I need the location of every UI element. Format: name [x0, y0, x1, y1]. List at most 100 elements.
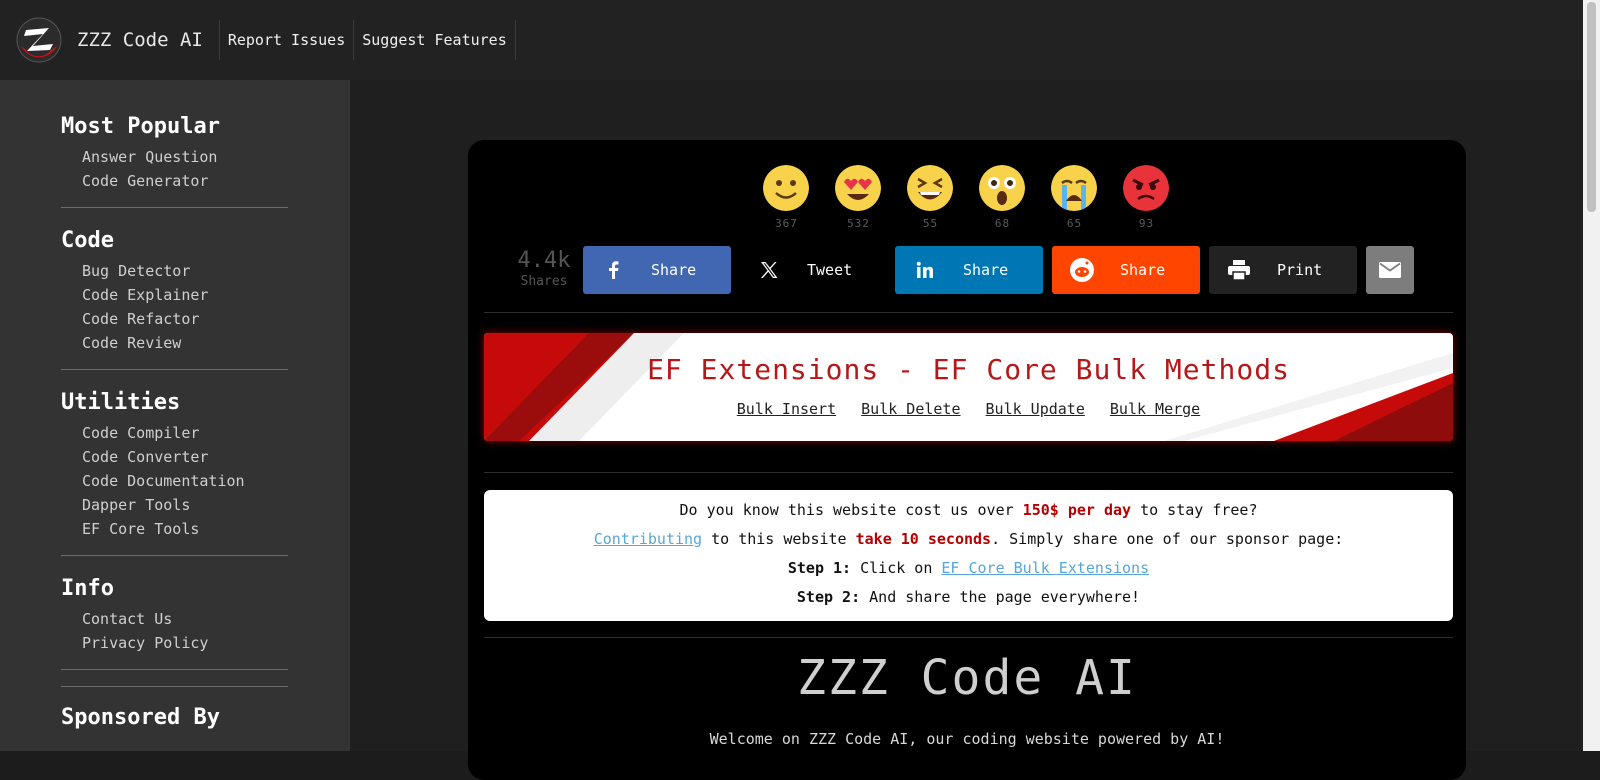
- welcome-text: Welcome on ZZZ Code AI, our coding websi…: [709, 730, 1225, 748]
- info-text: to this website: [702, 530, 856, 548]
- page-title: ZZZ Code AI: [797, 650, 1137, 706]
- sidebar-item-ef-core-tools[interactable]: EF Core Tools: [82, 517, 288, 541]
- smile-emoji-icon[interactable]: [763, 165, 809, 211]
- laughing-emoji-icon[interactable]: [907, 165, 953, 211]
- info-line: Do you know this website cost us over 15…: [484, 496, 1453, 525]
- sidebar-item-code-converter[interactable]: Code Converter: [82, 445, 288, 469]
- nav-separator: [514, 20, 516, 60]
- sidebar-section-title: Code: [61, 228, 114, 253]
- print-button[interactable]: Print: [1209, 246, 1357, 294]
- banner-link-bulk-delete[interactable]: Bulk Delete: [861, 400, 960, 418]
- banner-link-bulk-insert[interactable]: Bulk Insert: [737, 400, 836, 418]
- reaction-laugh[interactable]: 55: [907, 165, 954, 230]
- divider: [484, 637, 1453, 638]
- banner-link-bulk-update[interactable]: Bulk Update: [986, 400, 1085, 418]
- sidebar-item-contact-us[interactable]: Contact Us: [82, 607, 288, 631]
- reddit-icon: [1052, 258, 1112, 282]
- share-count: 4.4k: [517, 248, 571, 273]
- info-text: to stay free?: [1131, 501, 1258, 519]
- share-button-label: Tweet: [807, 261, 853, 279]
- info-text: . Simply share one of our sponsor page:: [991, 530, 1344, 548]
- sidebar-section-title: Utilities: [61, 390, 181, 415]
- contributing-link[interactable]: Contributing: [594, 530, 702, 548]
- reaction-sad[interactable]: 65: [1051, 165, 1098, 230]
- sidebar-item-code-documentation[interactable]: Code Documentation: [82, 469, 288, 493]
- sidebar: Most Popular Answer Question Code Genera…: [0, 80, 350, 751]
- share-button-label: Share: [651, 261, 697, 279]
- main-content: 367 532 55 68 65 93 4.4k Shares Share Tw…: [350, 80, 1583, 780]
- banner-links: Bulk Insert Bulk Delete Bulk Update Bulk…: [484, 400, 1453, 418]
- top-header: ZZZ Code AI Report Issues Suggest Featur…: [0, 0, 1583, 80]
- mail-icon: [1379, 262, 1401, 278]
- share-total: 4.4k Shares: [512, 248, 576, 289]
- share-count-label: Shares: [520, 274, 568, 289]
- sidebar-item-privacy-policy[interactable]: Privacy Policy: [82, 631, 288, 655]
- sidebar-divider: [61, 669, 288, 670]
- facebook-icon: [583, 261, 643, 279]
- linkedin-share-button[interactable]: Share: [895, 246, 1043, 294]
- twitter-tweet-button[interactable]: Tweet: [739, 246, 887, 294]
- step-label: Step 2:: [796, 588, 861, 606]
- info-highlight: take 10 seconds: [855, 530, 992, 548]
- banner-link-bulk-merge[interactable]: Bulk Merge: [1110, 400, 1200, 418]
- facebook-share-button[interactable]: Share: [583, 246, 731, 294]
- sidebar-divider: [61, 207, 288, 208]
- sidebar-section-info: Info Contact Us Privacy Policy Sponsored…: [61, 576, 288, 730]
- info-line: Step 1: Click on EF Core Bulk Extensions: [484, 554, 1453, 583]
- sidebar-item-code-generator[interactable]: Code Generator: [82, 169, 288, 193]
- sidebar-item-dapper-tools[interactable]: Dapper Tools: [82, 493, 288, 517]
- zzz-logo-icon[interactable]: [15, 16, 63, 64]
- sidebar-item-bug-detector[interactable]: Bug Detector: [82, 259, 288, 283]
- share-button-label: Share: [963, 261, 1009, 279]
- sidebar-sponsored-title: Sponsored By: [61, 705, 220, 730]
- step-label: Step 1:: [787, 559, 852, 577]
- sidebar-section-utilities: Utilities Code Compiler Code Converter C…: [61, 390, 288, 556]
- reddit-share-button[interactable]: Share: [1052, 246, 1200, 294]
- angry-emoji-icon[interactable]: [1123, 165, 1169, 211]
- info-text: Click on: [851, 559, 942, 577]
- divider: [484, 472, 1453, 473]
- reaction-love[interactable]: 532: [835, 165, 882, 230]
- reaction-count: 55: [922, 217, 939, 230]
- banner-decoration: [484, 333, 1453, 441]
- sponsor-banner[interactable]: EF Extensions - EF Core Bulk Methods Bul…: [484, 333, 1453, 441]
- surprised-emoji-icon[interactable]: [979, 165, 1025, 211]
- crying-emoji-icon[interactable]: [1051, 165, 1097, 211]
- info-text: And share the page everywhere!: [860, 588, 1141, 606]
- sidebar-section-title: Most Popular: [61, 114, 220, 139]
- sidebar-divider: [61, 686, 288, 687]
- info-line: Step 2: And share the page everywhere!: [484, 583, 1453, 612]
- reaction-count: 65: [1066, 217, 1083, 230]
- reaction-count: 532: [847, 217, 870, 230]
- banner-title: EF Extensions - EF Core Bulk Methods: [647, 353, 1290, 386]
- sidebar-item-code-review[interactable]: Code Review: [82, 331, 288, 355]
- share-button-label: Share: [1120, 261, 1166, 279]
- reaction-count: 68: [994, 217, 1011, 230]
- scrollbar-thumb[interactable]: [1587, 2, 1596, 212]
- ef-core-bulk-extensions-link[interactable]: EF Core Bulk Extensions: [941, 559, 1149, 577]
- reaction-count: 367: [775, 217, 798, 230]
- reaction-angry[interactable]: 93: [1123, 165, 1170, 230]
- nav-suggest-features[interactable]: Suggest Features: [354, 31, 515, 49]
- x-icon: [739, 260, 799, 280]
- nav-report-issues[interactable]: Report Issues: [220, 31, 353, 49]
- reaction-wow[interactable]: 68: [979, 165, 1026, 230]
- sidebar-item-code-compiler[interactable]: Code Compiler: [82, 421, 288, 445]
- sidebar-item-code-refactor[interactable]: Code Refactor: [82, 307, 288, 331]
- sidebar-section-most-popular: Most Popular Answer Question Code Genera…: [61, 114, 288, 208]
- sidebar-divider: [61, 369, 288, 370]
- sidebar-item-answer-question[interactable]: Answer Question: [82, 145, 288, 169]
- info-line: Contributing to this website take 10 sec…: [484, 525, 1453, 554]
- page-scrollbar[interactable]: [1583, 0, 1600, 751]
- reaction-bar: 367 532 55 68 65 93: [763, 165, 1170, 230]
- sidebar-section-code: Code Bug Detector Code Explainer Code Re…: [61, 228, 288, 370]
- info-highlight: 150$ per day: [1022, 501, 1132, 519]
- heart-eyes-emoji-icon[interactable]: [835, 165, 881, 211]
- divider: [484, 312, 1453, 313]
- brand-name[interactable]: ZZZ Code AI: [77, 29, 203, 51]
- sidebar-item-code-explainer[interactable]: Code Explainer: [82, 283, 288, 307]
- reaction-smile[interactable]: 367: [763, 165, 810, 230]
- reaction-count: 93: [1138, 217, 1155, 230]
- share-button-label: Print: [1277, 261, 1323, 279]
- email-share-button[interactable]: [1366, 246, 1414, 294]
